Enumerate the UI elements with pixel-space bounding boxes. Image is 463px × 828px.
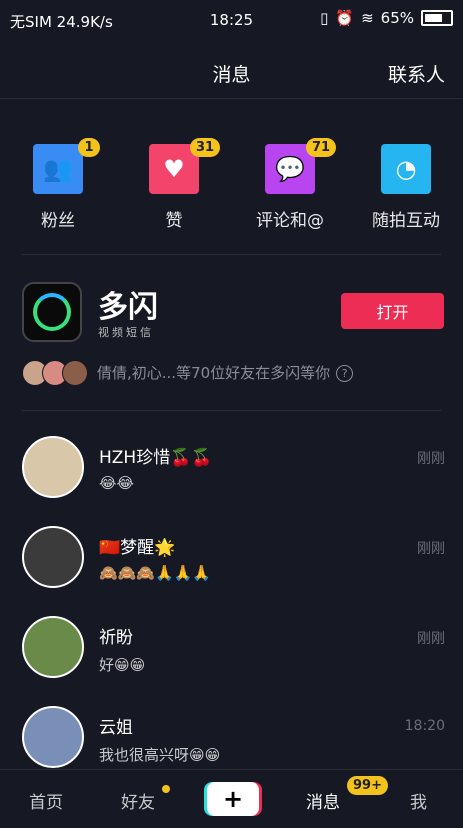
conversation-message: 😂😂 xyxy=(99,474,135,492)
quick-interact-label: 随拍互动 xyxy=(372,211,440,231)
conversation-time: 刚刚 xyxy=(417,631,445,647)
duoshan-promo: 多闪 视频短信 打开 倩倩,初心...等70位好友在多闪等你? xyxy=(0,280,463,400)
promo-note: 倩倩,初心...等70位好友在多闪等你? xyxy=(97,362,354,383)
quick-comments-label: 评论和@ xyxy=(256,211,324,231)
conversation-message: 好😁😁 xyxy=(99,656,146,674)
quick-comments[interactable]: 💬 71 评论和@ xyxy=(240,138,340,231)
divider xyxy=(22,254,441,255)
promo-app-name: 多闪 xyxy=(98,290,158,325)
conversation-item[interactable]: 祈盼 好😁😁 刚刚 xyxy=(0,616,463,706)
promo-app-sub: 视频短信 xyxy=(98,326,154,339)
comments-badge: 71 xyxy=(306,138,337,157)
conversation-name: 云姐 xyxy=(99,718,133,738)
avatar xyxy=(22,436,84,498)
messages-badge: 99+ xyxy=(347,776,388,795)
conversation-time: 刚刚 xyxy=(417,451,445,467)
conversation-item[interactable]: HZH珍惜🍒🍒 😂😂 刚刚 xyxy=(0,436,463,526)
avatar xyxy=(22,616,84,678)
tab-messages[interactable]: 消息 xyxy=(306,788,340,813)
conversation-item[interactable]: 🇨🇳梦醒🌟 🙈🙈🙈🙏🙏🙏 刚刚 xyxy=(0,526,463,616)
camera-interact-icon: ◔ xyxy=(381,144,431,194)
promo-note-text: 倩倩,初心...等70位好友在多闪等你 xyxy=(97,364,331,382)
conversation-message: 我也很高兴呀😁😁 xyxy=(99,746,221,764)
tab-bar: 首页 好友 + 消息 99+ 我 xyxy=(0,769,463,828)
quick-likes[interactable]: ♥ 31 赞 xyxy=(124,138,224,231)
friends-dot xyxy=(162,785,170,793)
wifi-icon: ≋ xyxy=(361,9,374,27)
conversation-name: HZH珍惜🍒🍒 xyxy=(99,448,213,468)
friend-avatars xyxy=(22,360,88,386)
battery-icon xyxy=(421,10,453,26)
conversation-time: 18:20 xyxy=(404,718,445,734)
quick-fans[interactable]: 👥 1 粉丝 xyxy=(8,138,108,231)
alarm-icon: ⏰ xyxy=(335,9,355,27)
help-icon[interactable]: ? xyxy=(336,365,354,382)
status-bar: 无SIM 24.9K/s 18:25 ▯ ⏰ ≋ 65% xyxy=(0,0,463,40)
tab-home[interactable]: 首页 xyxy=(29,788,63,813)
fans-badge: 1 xyxy=(78,138,100,157)
divider xyxy=(22,410,441,411)
conversation-time: 刚刚 xyxy=(417,541,445,557)
open-button[interactable]: 打开 xyxy=(341,293,444,329)
add-button[interactable]: + xyxy=(207,782,259,816)
quick-actions: 👥 1 粉丝 ♥ 31 赞 💬 71 评论和@ ◔ 随拍互动 xyxy=(0,138,463,248)
quick-interact[interactable]: ◔ 随拍互动 xyxy=(356,138,456,231)
tab-friends[interactable]: 好友 xyxy=(121,788,155,813)
contacts-button[interactable]: 联系人 xyxy=(388,60,445,87)
status-right: ▯ ⏰ ≋ 65% xyxy=(320,9,453,27)
duoshan-logo-icon xyxy=(22,282,82,342)
avatar xyxy=(22,526,84,588)
header: 消息 联系人 xyxy=(0,48,463,99)
conversation-name: 祈盼 xyxy=(99,628,133,648)
avatar xyxy=(62,360,88,386)
quick-fans-label: 粉丝 xyxy=(41,211,75,231)
avatar xyxy=(22,706,84,768)
conversation-message: 🙈🙈🙈🙏🙏🙏 xyxy=(99,564,212,582)
likes-badge: 31 xyxy=(190,138,221,157)
conversation-name: 🇨🇳梦醒🌟 xyxy=(99,538,176,558)
vibrate-icon: ▯ xyxy=(320,9,329,27)
fans-icon: 👥 xyxy=(33,144,83,194)
battery-percent: 65% xyxy=(380,9,414,27)
quick-likes-label: 赞 xyxy=(165,211,183,231)
tab-me[interactable]: 我 xyxy=(410,788,427,813)
